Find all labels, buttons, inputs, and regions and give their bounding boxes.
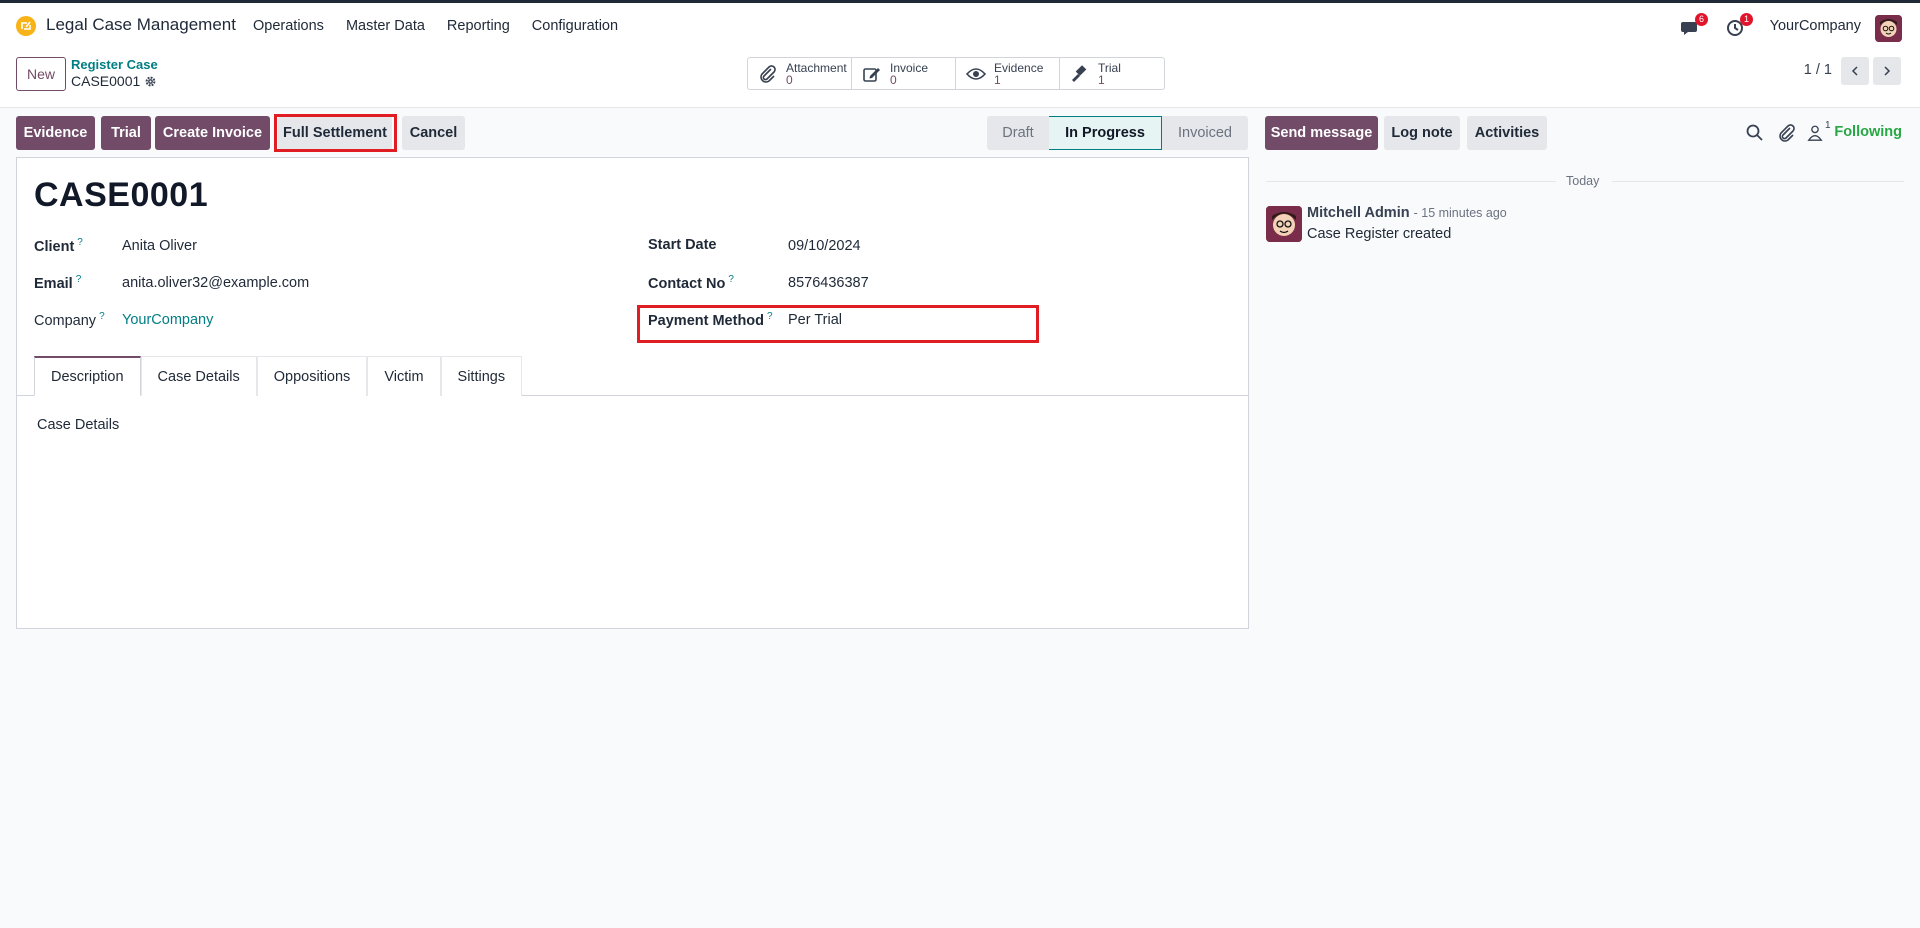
activities-button[interactable]: Activities bbox=[1467, 116, 1547, 150]
case-title[interactable]: CASE0001 bbox=[34, 176, 208, 215]
activities-clock-icon[interactable]: 1 bbox=[1725, 13, 1753, 39]
stage-in-progress[interactable]: In Progress bbox=[1049, 116, 1162, 150]
message-header: Mitchell Admin - 15 minutes ago bbox=[1307, 205, 1507, 221]
stage-draft[interactable]: Draft bbox=[987, 116, 1049, 150]
main-menu: Operations Master Data Reporting Configu… bbox=[253, 18, 640, 34]
smart-button-trial[interactable]: Trial 1 bbox=[1060, 58, 1164, 89]
company-switcher[interactable]: YourCompany bbox=[1770, 18, 1861, 34]
chevron-right-icon bbox=[1884, 66, 1891, 76]
tab-oppositions[interactable]: Oppositions bbox=[256, 356, 368, 396]
breadcrumb-parent[interactable]: Register Case bbox=[71, 57, 158, 72]
status-bar: Draft In Progress Invoiced bbox=[987, 116, 1248, 150]
control-panel: New Register Case CASE0001 Attachment 0 I… bbox=[0, 52, 1920, 108]
tab-case-details[interactable]: Case Details bbox=[140, 356, 257, 396]
email-field[interactable]: anita.oliver32@example.com bbox=[122, 275, 309, 291]
smart-label: Evidence bbox=[994, 60, 1044, 75]
followers-count: 1 bbox=[1825, 120, 1831, 131]
smart-label: Invoice bbox=[890, 60, 929, 75]
divider-line bbox=[1266, 181, 1556, 182]
client-label-text: Client bbox=[34, 238, 75, 255]
create-invoice-button[interactable]: Create Invoice bbox=[155, 116, 270, 150]
edit-icon bbox=[863, 67, 880, 82]
pager-counter[interactable]: 1 / 1 bbox=[1804, 62, 1832, 78]
paperclip-icon[interactable] bbox=[1777, 123, 1797, 143]
menu-reporting[interactable]: Reporting bbox=[447, 18, 510, 34]
smart-buttons: Attachment 0 Invoice 0 Evidence 1 Trial 1 bbox=[747, 57, 1165, 90]
tab-description[interactable]: Description bbox=[34, 356, 141, 396]
date-divider-label: Today bbox=[1566, 174, 1600, 188]
email-label-text: Email bbox=[34, 275, 73, 292]
following-button[interactable]: Following bbox=[1834, 124, 1902, 140]
company-label: Company? bbox=[34, 311, 105, 329]
messages-icon[interactable]: 6 bbox=[1680, 13, 1708, 39]
smart-label: Trial bbox=[1098, 60, 1121, 75]
stage-invoiced[interactable]: Invoiced bbox=[1162, 116, 1248, 150]
highlight-box bbox=[274, 114, 397, 152]
message-body: Case Register created bbox=[1307, 226, 1452, 242]
date-divider: Today bbox=[1266, 172, 1904, 192]
smart-value: 0 bbox=[786, 72, 793, 87]
followers-button[interactable]: 1 bbox=[1806, 120, 1836, 144]
breadcrumb-current: CASE0001 bbox=[71, 73, 157, 89]
paperclip-icon bbox=[760, 64, 776, 83]
eye-icon bbox=[966, 67, 986, 80]
start-date-label: Start Date bbox=[648, 237, 717, 253]
smart-button-invoice[interactable]: Invoice 0 bbox=[852, 58, 956, 89]
start-date-field[interactable]: 09/10/2024 bbox=[788, 238, 861, 254]
company-field[interactable]: YourCompany bbox=[122, 312, 213, 328]
client-label: Client? bbox=[34, 237, 83, 255]
help-tooltip-icon[interactable]: ? bbox=[76, 274, 82, 285]
pager-next-button[interactable] bbox=[1873, 57, 1901, 85]
activities-badge: 1 bbox=[1740, 13, 1753, 26]
help-tooltip-icon[interactable]: ? bbox=[728, 274, 734, 285]
email-label: Email? bbox=[34, 274, 81, 292]
message-author[interactable]: Mitchell Admin bbox=[1307, 205, 1410, 221]
menu-configuration[interactable]: Configuration bbox=[532, 18, 618, 34]
contact-no-label-text: Contact No bbox=[648, 275, 726, 292]
pager-previous-button[interactable] bbox=[1841, 57, 1869, 85]
form-action-bar: Evidence Trial Create Invoice Full Settl… bbox=[0, 114, 1252, 152]
messages-badge: 6 bbox=[1695, 13, 1708, 26]
contact-no-label: Contact No? bbox=[648, 274, 734, 292]
description-content[interactable]: Case Details bbox=[37, 417, 119, 433]
smart-button-evidence[interactable]: Evidence 1 bbox=[956, 58, 1060, 89]
log-note-button[interactable]: Log note bbox=[1384, 116, 1460, 150]
user-icon bbox=[1807, 125, 1823, 141]
new-button[interactable]: New bbox=[16, 57, 66, 91]
message-time: - 15 minutes ago bbox=[1413, 206, 1507, 220]
send-message-button[interactable]: Send message bbox=[1265, 116, 1378, 150]
form-sheet: CASE0001 Client? Anita Oliver Email? ani… bbox=[16, 157, 1249, 629]
app-name[interactable]: Legal Case Management bbox=[46, 15, 236, 35]
menu-master-data[interactable]: Master Data bbox=[346, 18, 425, 34]
cancel-button[interactable]: Cancel bbox=[402, 116, 465, 150]
smart-value: 1 bbox=[1098, 72, 1105, 87]
breadcrumb-current-label: CASE0001 bbox=[71, 73, 141, 89]
evidence-button[interactable]: Evidence bbox=[16, 116, 95, 150]
contact-no-field[interactable]: 8576436387 bbox=[788, 275, 869, 291]
tab-sittings[interactable]: Sittings bbox=[440, 356, 523, 396]
smart-value: 0 bbox=[890, 72, 897, 87]
notebook-tabs: Description Case Details Oppositions Vic… bbox=[34, 356, 523, 396]
top-navbar: Legal Case Management Operations Master … bbox=[0, 0, 1920, 52]
chevron-left-icon bbox=[1851, 66, 1858, 76]
menu-operations[interactable]: Operations bbox=[253, 18, 324, 34]
trial-button[interactable]: Trial bbox=[101, 116, 151, 150]
tab-victim[interactable]: Victim bbox=[367, 356, 441, 396]
gavel-icon bbox=[1072, 64, 1087, 82]
client-field[interactable]: Anita Oliver bbox=[122, 238, 197, 254]
help-tooltip-icon[interactable]: ? bbox=[77, 237, 83, 248]
divider-line bbox=[1612, 181, 1904, 182]
message-author-avatar[interactable] bbox=[1266, 206, 1302, 242]
gear-icon[interactable] bbox=[144, 75, 157, 88]
help-tooltip-icon[interactable]: ? bbox=[99, 311, 105, 322]
user-avatar[interactable] bbox=[1875, 15, 1902, 42]
search-icon[interactable] bbox=[1745, 123, 1765, 143]
app-logo-icon[interactable] bbox=[16, 16, 36, 36]
smart-label: Attachment bbox=[786, 60, 847, 75]
highlight-box bbox=[637, 305, 1039, 343]
smart-value: 1 bbox=[994, 72, 1001, 87]
smart-button-attachment[interactable]: Attachment 0 bbox=[748, 58, 852, 89]
company-label-text: Company bbox=[34, 312, 97, 329]
